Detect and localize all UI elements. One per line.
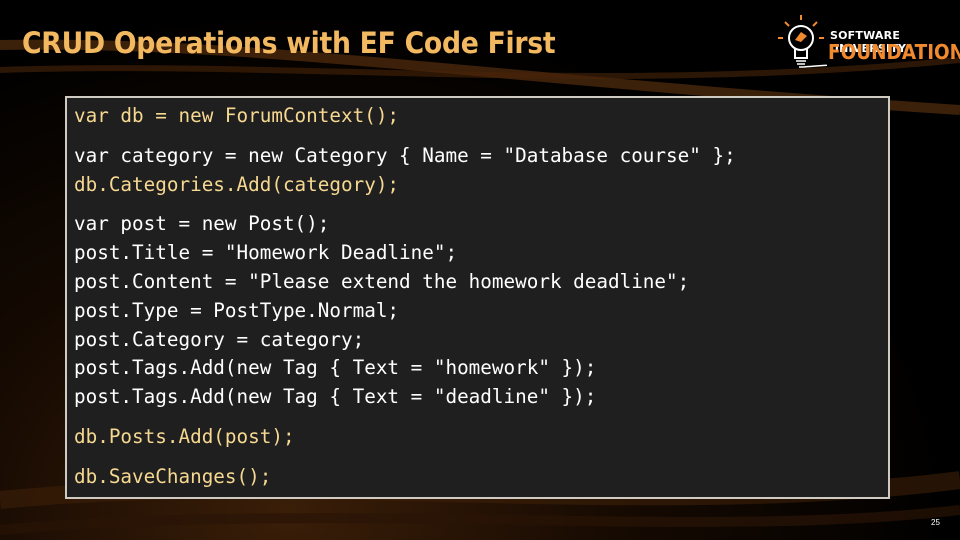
code-group-gap	[74, 199, 888, 210]
code-line: var category = new Category { Name = "Da…	[74, 143, 736, 167]
code-line: post.Content = "Please extend the homewo…	[74, 269, 690, 293]
code-group-gap	[74, 412, 888, 423]
softuni-logo: SOFTWARE UNIVERSITY FOUNDATION	[775, 14, 960, 76]
code-line: db.Posts.Add(post);	[74, 424, 295, 448]
code-group-gap	[74, 131, 888, 142]
code-line: post.Tags.Add(new Tag { Text = "homework…	[74, 356, 597, 380]
code-line: post.Category = category;	[74, 327, 365, 351]
page-number: 25	[931, 518, 940, 527]
code-line: post.Title = "Homework Deadline";	[74, 241, 458, 265]
logo-text-bottom: FOUNDATION	[828, 40, 960, 64]
code-line: db.Categories.Add(category);	[74, 172, 400, 196]
code-line: post.Type = PostType.Normal;	[74, 298, 400, 322]
slide-title: CRUD Operations with EF Code First	[22, 26, 556, 60]
lightbulb-icon	[778, 15, 827, 68]
code-line: post.Tags.Add(new Tag { Text = "deadline…	[74, 385, 597, 409]
code-block: var db = new ForumContext(); var category…	[65, 96, 890, 499]
code-group-gap	[74, 452, 888, 463]
code-line: var db = new ForumContext();	[74, 104, 400, 127]
code-line: var post = new Post();	[74, 212, 330, 236]
code-line: db.SaveChanges();	[74, 464, 272, 488]
